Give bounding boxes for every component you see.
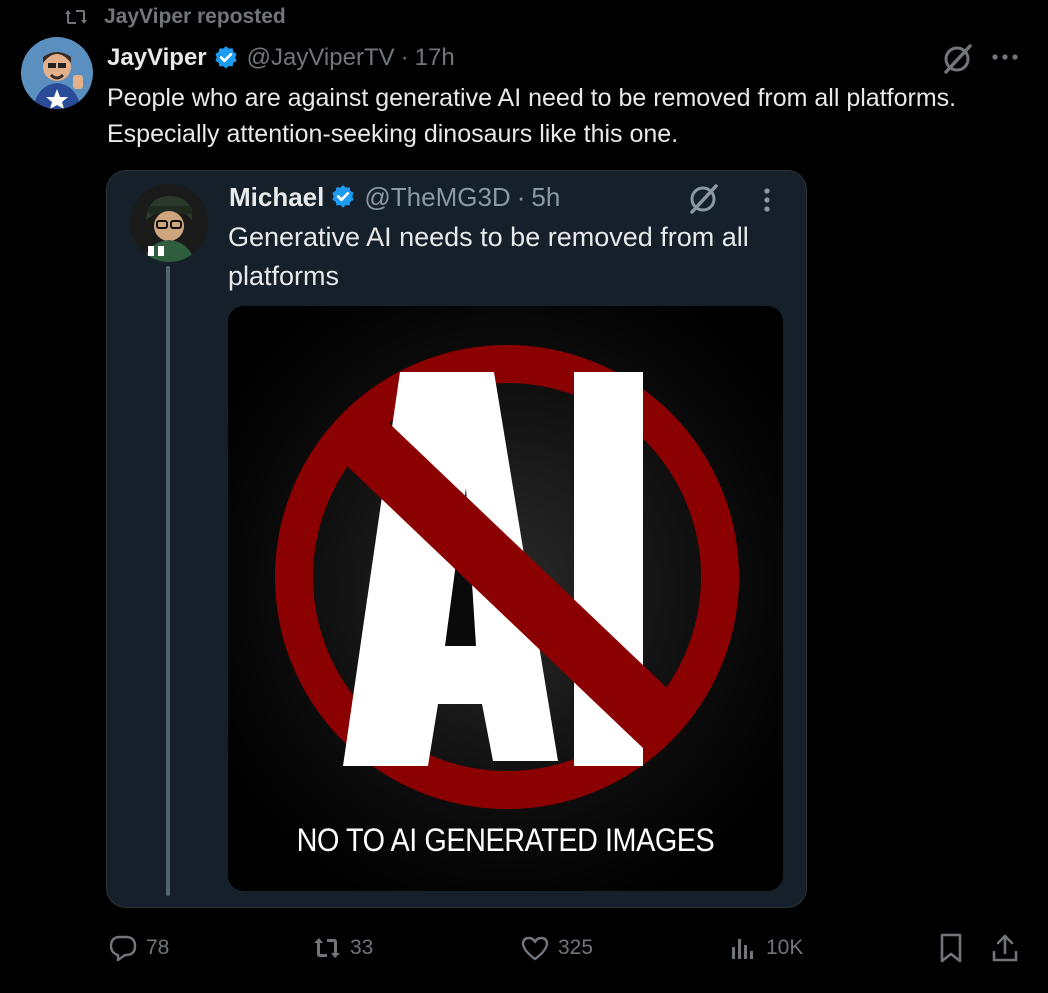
post-time[interactable]: 17h (415, 44, 455, 72)
reply-button[interactable]: 78 (108, 928, 169, 968)
verified-badge-icon (215, 46, 237, 69)
quoted-media-image[interactable] (228, 306, 783, 891)
bookmark-icon[interactable] (938, 932, 964, 964)
repost-label[interactable]: JayViper reposted (104, 5, 286, 29)
quoted-author-row: Michael @TheMG3D · 5h (229, 180, 560, 214)
quoted-meta-separator: · (516, 181, 526, 212)
like-count: 325 (558, 936, 594, 959)
thread-line (166, 266, 170, 896)
grok-icon[interactable] (940, 42, 974, 76)
repost-icon (65, 10, 87, 24)
views-icon (732, 939, 753, 959)
quoted-author-name[interactable]: Michael (229, 182, 324, 213)
repost-icon (314, 938, 340, 958)
repost-button[interactable]: 33 (312, 928, 373, 968)
avatar[interactable] (21, 37, 93, 109)
meta-separator: · (400, 44, 409, 71)
views-button[interactable]: 10K (728, 928, 803, 968)
reply-icon (109, 935, 137, 962)
author-name[interactable]: JayViper (107, 44, 207, 72)
quoted-author-handle[interactable]: @TheMG3D (364, 182, 510, 213)
author-row: JayViper @JayViperTV · 17h (107, 42, 455, 74)
quoted-avatar[interactable] (130, 184, 208, 262)
post-text: People who are against generative AI nee… (107, 84, 957, 148)
like-button[interactable]: 325 (520, 928, 593, 968)
like-icon (521, 936, 549, 961)
more-icon[interactable] (990, 50, 1020, 64)
grok-icon[interactable] (686, 182, 720, 216)
media-caption: NO TO AI GENERATED IMAGES (296, 822, 715, 858)
repost-count: 33 (350, 936, 374, 959)
views-count: 10K (766, 936, 804, 959)
verified-badge-icon (332, 185, 354, 208)
quoted-post-text: Generative AI needs to be removed from a… (228, 222, 749, 291)
reply-count: 78 (146, 936, 170, 959)
author-handle[interactable]: @JayViperTV (247, 44, 395, 72)
quoted-post-time[interactable]: 5h (531, 182, 560, 213)
more-icon[interactable] (760, 186, 774, 214)
share-icon[interactable] (990, 932, 1020, 964)
